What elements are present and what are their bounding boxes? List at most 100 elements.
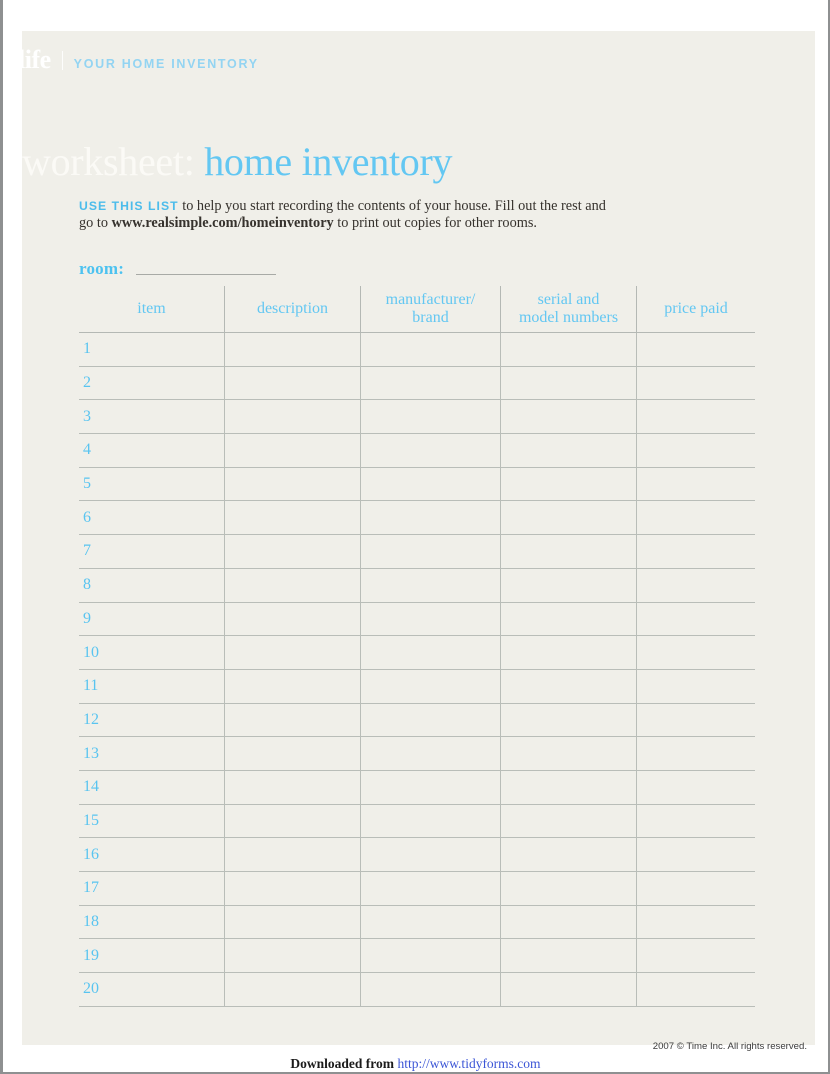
row-cell-price[interactable]	[636, 535, 755, 568]
row-cell-description[interactable]	[224, 838, 360, 871]
row-cell-price[interactable]	[636, 333, 755, 366]
row-number-cell[interactable]: 8	[79, 569, 224, 602]
row-cell-price[interactable]	[636, 939, 755, 973]
row-cell-description[interactable]	[224, 872, 360, 905]
row-cell-serial[interactable]	[500, 366, 636, 400]
row-cell-manufacturer[interactable]	[360, 501, 500, 535]
row-cell-manufacturer[interactable]	[360, 770, 500, 804]
row-cell-serial[interactable]	[500, 535, 636, 568]
row-cell-price[interactable]	[636, 366, 755, 400]
row-cell-description[interactable]	[224, 501, 360, 535]
row-cell-description[interactable]	[224, 973, 360, 1006]
row-cell-serial[interactable]	[500, 501, 636, 535]
row-cell-manufacturer[interactable]	[360, 602, 500, 636]
row-number-cell[interactable]: 19	[79, 939, 224, 972]
row-cell-price[interactable]	[636, 770, 755, 804]
row-cell-manufacturer[interactable]	[360, 703, 500, 737]
row-cell-description[interactable]	[224, 939, 360, 973]
row-cell-manufacturer[interactable]	[360, 636, 500, 669]
row-cell-description[interactable]	[224, 602, 360, 636]
row-cell-description[interactable]	[224, 333, 360, 366]
row-cell-manufacturer[interactable]	[360, 872, 500, 905]
row-cell-description[interactable]	[224, 467, 360, 501]
row-cell-serial[interactable]	[500, 703, 636, 737]
row-cell-manufacturer[interactable]	[360, 737, 500, 770]
row-cell-manufacturer[interactable]	[360, 366, 500, 400]
row-number-cell[interactable]: 7	[79, 535, 224, 568]
row-cell-price[interactable]	[636, 905, 755, 939]
row-cell-description[interactable]	[224, 366, 360, 400]
row-cell-description[interactable]	[224, 568, 360, 602]
row-number-cell[interactable]: 1	[79, 333, 224, 366]
row-cell-price[interactable]	[636, 703, 755, 737]
row-cell-description[interactable]	[224, 804, 360, 838]
row-cell-manufacturer[interactable]	[360, 804, 500, 838]
row-cell-description[interactable]	[224, 703, 360, 737]
row-cell-serial[interactable]	[500, 467, 636, 501]
tidyforms-link[interactable]: http://www.tidyforms.com	[397, 1056, 540, 1071]
row-cell-serial[interactable]	[500, 872, 636, 905]
row-cell-description[interactable]	[224, 535, 360, 568]
row-number-cell[interactable]: 11	[79, 670, 224, 703]
row-cell-serial[interactable]	[500, 905, 636, 939]
row-cell-manufacturer[interactable]	[360, 434, 500, 467]
row-cell-price[interactable]	[636, 400, 755, 434]
row-cell-description[interactable]	[224, 770, 360, 804]
row-cell-description[interactable]	[224, 905, 360, 939]
row-number-cell[interactable]: 4	[79, 434, 224, 467]
row-cell-price[interactable]	[636, 737, 755, 770]
row-number-cell[interactable]: 15	[79, 805, 224, 838]
row-cell-description[interactable]	[224, 669, 360, 703]
row-cell-price[interactable]	[636, 467, 755, 501]
row-cell-serial[interactable]	[500, 400, 636, 434]
row-cell-serial[interactable]	[500, 434, 636, 467]
row-cell-serial[interactable]	[500, 770, 636, 804]
row-number-cell[interactable]: 12	[79, 704, 224, 737]
row-cell-price[interactable]	[636, 973, 755, 1006]
row-cell-serial[interactable]	[500, 602, 636, 636]
row-cell-serial[interactable]	[500, 838, 636, 871]
row-cell-manufacturer[interactable]	[360, 669, 500, 703]
row-cell-serial[interactable]	[500, 636, 636, 669]
row-cell-manufacturer[interactable]	[360, 333, 500, 366]
row-number-cell[interactable]: 14	[79, 771, 224, 804]
row-cell-price[interactable]	[636, 602, 755, 636]
row-number-cell[interactable]: 17	[79, 872, 224, 905]
row-cell-description[interactable]	[224, 636, 360, 669]
row-number-cell[interactable]: 9	[79, 603, 224, 636]
room-input-line[interactable]	[136, 274, 277, 275]
row-cell-description[interactable]	[224, 434, 360, 467]
row-cell-price[interactable]	[636, 872, 755, 905]
row-number-cell[interactable]: 10	[79, 636, 224, 669]
row-cell-serial[interactable]	[500, 737, 636, 770]
row-number-cell[interactable]: 5	[79, 468, 224, 501]
row-number-cell[interactable]: 6	[79, 501, 224, 534]
row-cell-manufacturer[interactable]	[360, 535, 500, 568]
row-cell-manufacturer[interactable]	[360, 905, 500, 939]
row-number-cell[interactable]: 18	[79, 906, 224, 939]
row-number-cell[interactable]: 16	[79, 838, 224, 871]
row-cell-manufacturer[interactable]	[360, 400, 500, 434]
row-cell-description[interactable]	[224, 400, 360, 434]
row-number-cell[interactable]: 20	[79, 973, 224, 1006]
row-cell-manufacturer[interactable]	[360, 467, 500, 501]
row-cell-manufacturer[interactable]	[360, 973, 500, 1006]
row-cell-price[interactable]	[636, 804, 755, 838]
row-cell-serial[interactable]	[500, 333, 636, 366]
row-cell-price[interactable]	[636, 669, 755, 703]
row-cell-price[interactable]	[636, 434, 755, 467]
row-cell-price[interactable]	[636, 568, 755, 602]
row-cell-price[interactable]	[636, 838, 755, 871]
row-cell-serial[interactable]	[500, 939, 636, 973]
row-number-cell[interactable]: 13	[79, 737, 224, 770]
row-cell-description[interactable]	[224, 737, 360, 770]
row-cell-manufacturer[interactable]	[360, 568, 500, 602]
row-cell-serial[interactable]	[500, 669, 636, 703]
row-number-cell[interactable]: 3	[79, 400, 224, 433]
realsimple-url[interactable]: www.realsimple.com/homeinventory	[112, 215, 334, 231]
row-cell-serial[interactable]	[500, 568, 636, 602]
row-cell-manufacturer[interactable]	[360, 939, 500, 973]
row-cell-serial[interactable]	[500, 973, 636, 1006]
row-cell-serial[interactable]	[500, 804, 636, 838]
row-cell-price[interactable]	[636, 501, 755, 535]
